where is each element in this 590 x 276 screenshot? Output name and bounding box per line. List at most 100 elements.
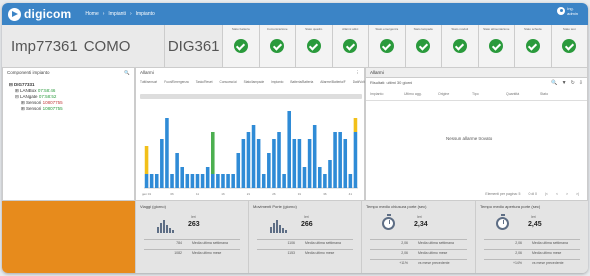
bar[interactable] [211,132,215,174]
bar[interactable] [312,125,317,188]
legend-item[interactable]: Dati/Volt [353,80,365,84]
last-page-button[interactable]: >| [576,192,579,196]
status-tile[interactable]: Stato quadro [296,25,333,67]
bar[interactable] [272,139,276,188]
bar[interactable] [165,118,169,188]
bar[interactable] [302,167,307,188]
bar[interactable] [287,111,291,188]
status-tile[interactable]: Stato test [551,25,588,67]
column-header[interactable]: Tipo [472,92,506,96]
status-tile[interactable]: Stato moduli [442,25,479,67]
divider [370,259,467,260]
kpi-value: 2,34 [414,221,428,228]
bar[interactable] [190,174,195,188]
download-icon[interactable]: ⇩ [579,80,583,86]
legend-item[interactable]: Stato/lampade [244,80,265,84]
search-icon[interactable]: 🔍 [124,70,130,76]
components-title: Componenti impianto [7,70,50,75]
status-tile[interactable]: Stato alimentazione [478,25,515,67]
tree-item-sensor[interactable]: ⊞ Sensori 10807755 [21,106,128,112]
bar[interactable] [241,139,246,188]
status-tile[interactable]: Stato batteria [223,25,260,67]
bar[interactable] [246,132,251,188]
bar[interactable] [160,139,164,188]
breadcrumb-home[interactable]: Home [85,11,98,17]
bar-chart-icon [270,220,287,233]
bar[interactable] [328,160,332,188]
bar[interactable] [261,174,266,188]
bar[interactable] [353,118,358,132]
prev-page-button[interactable]: < [556,192,558,196]
column-header[interactable]: Stato [540,92,574,96]
legend-item[interactable]: Allarme/Batteria/F [320,80,346,84]
bar[interactable] [200,174,205,188]
bar[interactable] [297,139,302,188]
chart-range-slider[interactable] [140,94,362,99]
x-tick-label: 21 [247,192,251,196]
bar[interactable] [221,174,225,188]
first-page-button[interactable]: |< [545,192,548,196]
bar[interactable] [307,139,312,188]
menu-icon[interactable]: ⋮ [356,70,361,76]
bar[interactable] [338,132,342,188]
bar[interactable] [175,153,179,188]
legend-item[interactable]: Impianto [271,80,283,84]
status-tile[interactable]: Allarmi attivi [332,25,369,67]
bar[interactable] [154,174,159,188]
refresh-icon[interactable]: ↻ [571,80,575,86]
alarms-filter[interactable]: Risultati: ultimi 30 giorni [370,80,412,86]
bar[interactable] [195,174,200,188]
bar[interactable] [343,139,348,188]
bar[interactable] [149,174,154,188]
search-icon[interactable]: 🔍 [551,80,557,86]
column-header[interactable]: Quantità [506,92,540,96]
status-label: Stato emergenza [375,28,399,31]
page-size[interactable]: Elementi per pagina: 5 [485,192,520,196]
bar[interactable] [353,132,358,188]
legend-item[interactable]: Fuori/Emergenza [164,80,188,84]
bar[interactable] [231,174,235,188]
bar[interactable] [282,174,286,188]
status-tile[interactable]: Stato lampade [405,25,442,67]
filter-icon[interactable]: ▼ [562,80,567,86]
bar[interactable] [144,174,149,188]
plant-code: Imp77361 [11,37,78,55]
bar[interactable] [180,167,184,188]
bar[interactable] [251,125,256,188]
bar[interactable] [144,146,149,174]
status-tile[interactable]: Comunicazione [259,25,296,67]
bar[interactable] [256,139,261,188]
bar[interactable] [236,153,241,188]
brand-logo[interactable]: digicom [8,7,71,21]
bar[interactable] [323,174,327,188]
legend-item[interactable]: Tasto/Reset [196,80,213,84]
next-page-button[interactable]: > [566,192,568,196]
bar[interactable] [170,174,174,188]
column-header[interactable]: Impianto [370,92,404,96]
breadcrumb-impianti[interactable]: Impianti [108,11,126,17]
bar[interactable] [277,132,281,188]
legend-item[interactable]: Consumo/ai [220,80,237,84]
column-header[interactable]: Ultimo agg. [404,92,438,96]
bar[interactable] [267,153,271,188]
bar[interactable] [226,174,230,188]
user-menu[interactable]: Ing. admin [557,6,578,16]
legend-item[interactable]: Tutti/sensori [140,80,157,84]
legend-item[interactable]: Batteria/Batteria [290,80,313,84]
column-header[interactable]: Origine [438,92,472,96]
bar[interactable] [292,139,297,188]
bar[interactable] [185,174,190,188]
bar[interactable] [318,167,322,188]
bar[interactable] [348,174,353,188]
kpi-stat-row: 2,06 Media ultimo mese [401,251,448,255]
kpi-row: Viaggi (giorno) Ieri 263 784 Media ultima se… [2,201,588,273]
kpi-stat-row: 1082 Media ultimo mese [174,251,222,255]
bar[interactable] [333,132,337,188]
bar[interactable] [211,174,215,188]
bar[interactable] [205,167,210,188]
alarms-list-panel: Allarmi Risultati: ultimi 30 giorni 🔍 ▼ … [365,67,588,201]
bar[interactable] [216,174,220,188]
status-tile[interactable]: Stato scheda [515,25,552,67]
status-tile[interactable]: Stato emergenza [369,25,406,67]
chart-title: Allarmi [140,70,154,75]
